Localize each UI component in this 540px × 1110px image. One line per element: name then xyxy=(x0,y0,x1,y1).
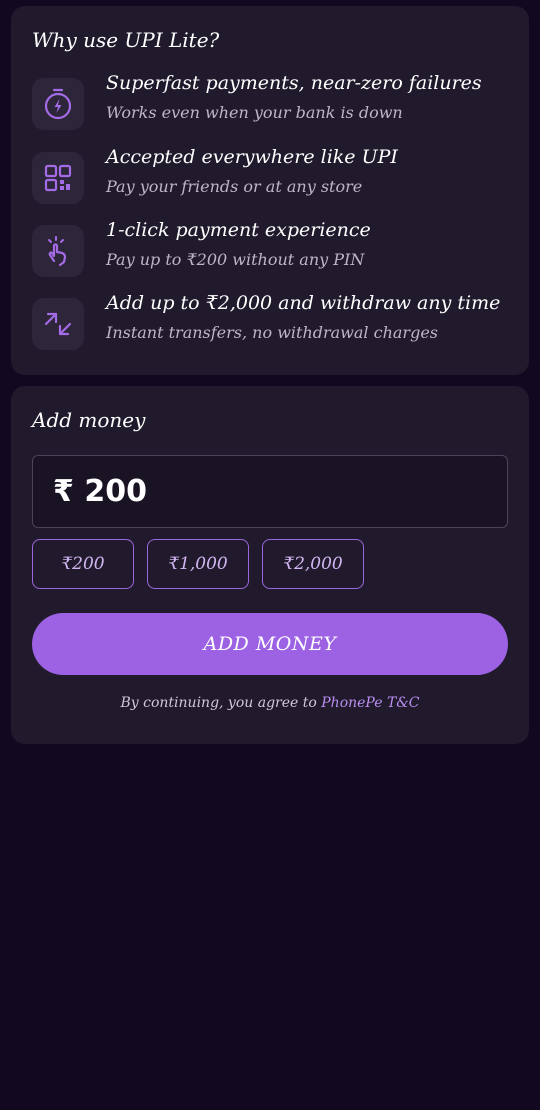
why-upi-lite-card: Why use UPI Lite? Superfast payments, ne… xyxy=(11,6,529,375)
amount-input[interactable]: ₹ 200 xyxy=(32,455,508,528)
amount-value[interactable]: ₹ 200 xyxy=(53,474,147,509)
qr-code-icon xyxy=(32,152,84,204)
feature-accepted: Accepted everywhere like UPI Pay your fr… xyxy=(32,146,512,210)
add-money-button[interactable]: ADD MONEY xyxy=(32,613,508,675)
terms-text: By continuing, you agree to PhonePe T&C xyxy=(11,695,529,711)
feature-subtitle: Pay your friends or at any store xyxy=(106,177,363,196)
feature-one-click: 1-click payment experience Pay up to ₹20… xyxy=(32,219,512,283)
transfer-arrows-icon xyxy=(32,298,84,350)
amount-chip-200[interactable]: ₹200 xyxy=(32,539,134,589)
feature-title: Add up to ₹2,000 and withdraw any time xyxy=(106,292,501,314)
feature-subtitle: Instant transfers, no withdrawal charges xyxy=(106,323,438,342)
feature-superfast: Superfast payments, near-zero failures W… xyxy=(32,72,512,136)
add-money-title: Add money xyxy=(32,408,146,432)
feature-add-withdraw: Add up to ₹2,000 and withdraw any time I… xyxy=(32,292,512,356)
lightning-timer-icon xyxy=(32,78,84,130)
terms-link[interactable]: PhonePe T&C xyxy=(321,695,419,711)
feature-subtitle: Pay up to ₹200 without any PIN xyxy=(106,250,365,269)
feature-subtitle: Works even when your bank is down xyxy=(106,103,403,122)
tap-hand-icon xyxy=(32,225,84,277)
amount-chip-2000[interactable]: ₹2,000 xyxy=(262,539,364,589)
feature-title: Superfast payments, near-zero failures xyxy=(106,72,482,94)
terms-prefix: By continuing, you agree to xyxy=(120,695,322,711)
feature-title: Accepted everywhere like UPI xyxy=(106,146,398,168)
why-title: Why use UPI Lite? xyxy=(32,28,220,52)
amount-chip-1000[interactable]: ₹1,000 xyxy=(147,539,249,589)
add-money-card: Add money ₹ 200 ₹200 ₹1,000 ₹2,000 ADD M… xyxy=(11,386,529,744)
feature-title: 1-click payment experience xyxy=(106,219,371,241)
